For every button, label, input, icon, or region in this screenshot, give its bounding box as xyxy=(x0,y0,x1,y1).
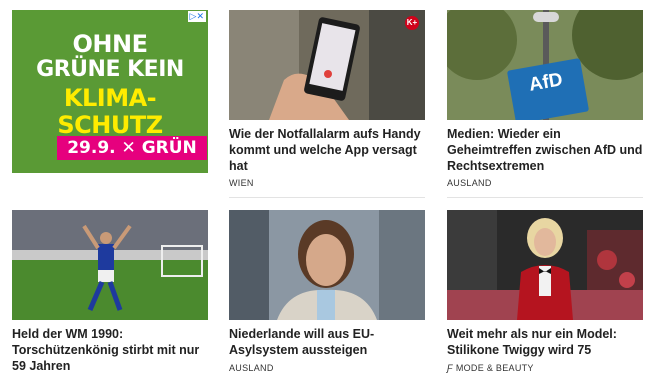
article-card-wm-1990[interactable]: Held der WM 1990: Torschützenkönig stirb… xyxy=(12,210,208,373)
ad-line-2: GRÜNE KEIN xyxy=(36,57,184,82)
ad-line-3: KLIMA- xyxy=(63,84,157,112)
row-divider xyxy=(447,197,643,198)
article-title[interactable]: Held der WM 1990: Torschützenkönig stirb… xyxy=(12,326,208,374)
ad-election-badge: 29.9. ✕ GRÜN xyxy=(57,136,207,160)
article-image-phone[interactable]: K+ xyxy=(229,10,425,120)
article-title[interactable]: Medien: Wieder ein Geheimtreffen zwische… xyxy=(447,126,643,174)
article-card-twiggy[interactable]: Weit mehr als nur ein Model: Stilikone T… xyxy=(447,210,643,373)
category-icon: ƒ xyxy=(447,363,453,373)
article-image-afd[interactable]: AfD xyxy=(447,10,643,120)
article-card-afd[interactable]: AfD Medien: Wieder ein Geheimtreffen zwi… xyxy=(447,10,643,190)
kplus-badge: K+ xyxy=(405,16,419,30)
article-title[interactable]: Niederlande will aus EU-Asylsystem ausst… xyxy=(229,326,425,358)
article-title[interactable]: Wie der Notfallalarm aufs Handy kommt un… xyxy=(229,126,425,174)
article-category[interactable]: AUSLAND xyxy=(229,363,274,373)
category-label: MODE & BEAUTY xyxy=(455,363,534,373)
article-image-football[interactable] xyxy=(12,210,208,320)
ad-choices-icon[interactable]: ▷✕ xyxy=(187,11,206,22)
article-image-politician[interactable] xyxy=(229,210,425,320)
article-card-notfallalarm[interactable]: K+ Wie der Notfallalarm aufs Handy kommt… xyxy=(229,10,425,190)
row-divider xyxy=(229,197,425,198)
article-title[interactable]: Weit mehr als nur ein Model: Stilikone T… xyxy=(447,326,643,358)
ad-line-1: OHNE xyxy=(72,30,148,58)
article-category[interactable]: ƒ MODE & BEAUTY xyxy=(447,363,534,373)
advertisement-banner[interactable]: ▷✕ OHNE GRÜNE KEIN KLIMA- SCHUTZ 29.9. ✕… xyxy=(12,10,208,173)
article-category[interactable]: AUSLAND xyxy=(447,178,492,188)
ad-line-4: SCHUTZ xyxy=(57,111,163,139)
article-card-niederlande[interactable]: Niederlande will aus EU-Asylsystem ausst… xyxy=(229,210,425,373)
article-image-twiggy[interactable] xyxy=(447,210,643,320)
article-category[interactable]: WIEN xyxy=(229,178,254,188)
